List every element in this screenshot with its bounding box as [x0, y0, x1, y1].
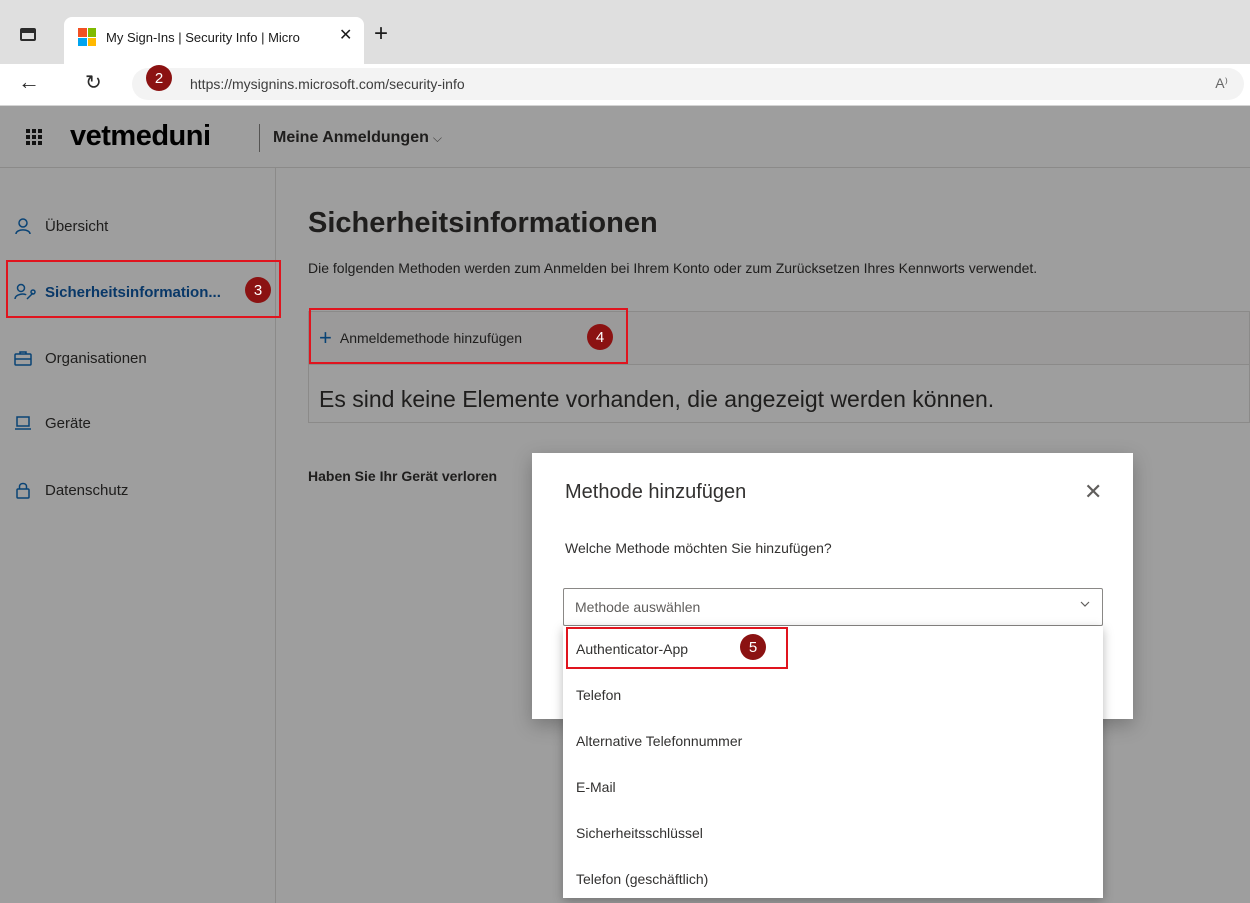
option-security-key[interactable]: Sicherheitsschlüssel — [563, 810, 1103, 856]
browser-tab-bar: My Sign-Ins | Security Info | Micro ✕ + — [0, 0, 1250, 64]
tab-close-icon[interactable]: ✕ — [339, 26, 352, 46]
step-badge-4: 4 — [587, 324, 613, 350]
dialog-title: Methode hinzufügen — [565, 481, 747, 503]
microsoft-logo-icon — [78, 28, 96, 46]
option-office-phone[interactable]: Telefon (geschäftlich) — [563, 856, 1103, 902]
dialog-question: Welche Methode möchten Sie hinzufügen? — [565, 540, 832, 556]
tab-title: My Sign-Ins | Security Info | Micro — [106, 30, 300, 45]
method-select[interactable]: Methode auswählen — [563, 588, 1103, 626]
tab-actions-icon[interactable] — [20, 26, 38, 42]
back-arrow-icon[interactable]: ← — [18, 69, 40, 95]
new-tab-button[interactable]: + — [374, 20, 388, 48]
option-phone[interactable]: Telefon — [563, 672, 1103, 718]
step-badge-3: 3 — [245, 277, 271, 303]
read-aloud-icon[interactable]: A⁾ — [1215, 75, 1228, 92]
url-text: https://mysignins.microsoft.com/security… — [190, 76, 465, 92]
address-bar-row: ← ↻ https://mysignins.microsoft.com/secu… — [0, 64, 1250, 106]
method-select-value: Methode auswählen — [575, 599, 701, 615]
reload-icon[interactable]: ↻ — [85, 70, 102, 95]
step-badge-2: 2 — [146, 65, 172, 91]
close-icon[interactable]: ✕ — [1084, 481, 1102, 503]
highlight-security-info — [6, 260, 281, 318]
step-badge-5: 5 — [740, 634, 766, 660]
option-alternate-phone[interactable]: Alternative Telefonnummer — [563, 718, 1103, 764]
option-email[interactable]: E-Mail — [563, 764, 1103, 810]
url-field[interactable]: https://mysignins.microsoft.com/security… — [132, 68, 1244, 100]
chevron-down-icon — [1080, 601, 1090, 607]
highlight-add-method — [309, 308, 628, 364]
browser-tab[interactable]: My Sign-Ins | Security Info | Micro ✕ — [64, 17, 364, 64]
